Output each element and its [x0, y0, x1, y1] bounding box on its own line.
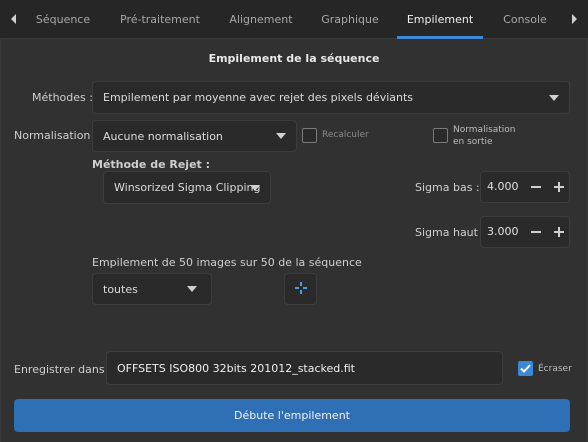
tab-alignment[interactable]: Alignement	[222, 0, 300, 39]
methods-select[interactable]: Empilement par moyenne avec rejet des pi…	[92, 81, 570, 114]
rejection-select[interactable]: Winsorized Sigma Clipping	[103, 171, 271, 204]
chevron-right-icon[interactable]	[568, 12, 580, 26]
plus-icon[interactable]	[548, 172, 570, 202]
start-stacking-button[interactable]: Débute l'empilement	[14, 399, 570, 432]
plus-icon[interactable]	[548, 217, 570, 247]
save-filename-input[interactable]: OFFSETS ISO800 32bits 201012_stacked.fit	[106, 351, 503, 385]
plus-crosshair-icon	[294, 281, 307, 297]
save-label: Enregistrer dans :	[14, 363, 112, 376]
overwrite-checkbox[interactable]	[518, 361, 533, 376]
recalc-label: Recalculer	[322, 130, 369, 140]
tab-stacking[interactable]: Empilement	[397, 0, 483, 39]
methods-select-value: Empilement par moyenne avec rejet des pi…	[103, 91, 414, 104]
normalization-select-value: Aucune normalisation	[103, 129, 223, 143]
rejection-select-value: Winsorized Sigma Clipping	[114, 181, 261, 194]
output-normalization-checkbox[interactable]	[433, 128, 448, 143]
images-filter-select[interactable]: toutes	[92, 273, 212, 305]
normalization-label: Normalisation :	[14, 129, 98, 142]
recalc-checkbox[interactable]	[302, 128, 317, 143]
images-info: Empilement de 50 images sur 50 de la séq…	[92, 256, 362, 269]
tab-graph[interactable]: Graphique	[314, 0, 386, 39]
output-normalization-label-line2: en sortie	[453, 137, 493, 147]
tab-console[interactable]: Console	[496, 0, 554, 39]
sigma-high-spinner[interactable]: 3.000	[480, 216, 570, 248]
normalization-select[interactable]: Aucune normalisation	[92, 120, 297, 152]
add-filter-button[interactable]	[284, 273, 317, 305]
tab-sequence[interactable]: Séquence	[30, 0, 96, 39]
output-normalization-label-line1: Normalisation	[453, 125, 516, 135]
sigma-high-label: Sigma haut :	[415, 226, 486, 239]
rejection-title: Méthode de Rejet :	[92, 158, 211, 171]
sigma-low-label: Sigma bas :	[415, 181, 480, 194]
sigma-low-value: 4.000	[487, 180, 519, 193]
section-title: Empilement de la séquence	[208, 52, 380, 65]
check-icon	[520, 364, 531, 373]
overwrite-label: Écraser	[538, 364, 572, 374]
start-stacking-label: Débute l'empilement	[234, 409, 350, 422]
chevron-down-icon	[187, 286, 197, 292]
tab-bar: Séquence Pré-traitement Alignement Graph…	[0, 0, 588, 39]
minus-icon[interactable]	[525, 172, 547, 202]
methods-label: Méthodes :	[32, 91, 93, 104]
tab-preprocessing[interactable]: Pré-traitement	[112, 0, 208, 39]
images-filter-value: toutes	[103, 282, 138, 296]
chevron-down-icon	[276, 133, 286, 139]
minus-icon[interactable]	[525, 217, 547, 247]
chevron-down-icon	[250, 184, 260, 191]
sigma-high-value: 3.000	[487, 225, 519, 238]
chevron-down-icon	[549, 94, 559, 101]
chevron-left-icon[interactable]	[8, 12, 20, 26]
sigma-low-spinner[interactable]: 4.000	[480, 171, 570, 203]
save-filename-value: OFFSETS ISO800 32bits 201012_stacked.fit	[117, 361, 355, 375]
